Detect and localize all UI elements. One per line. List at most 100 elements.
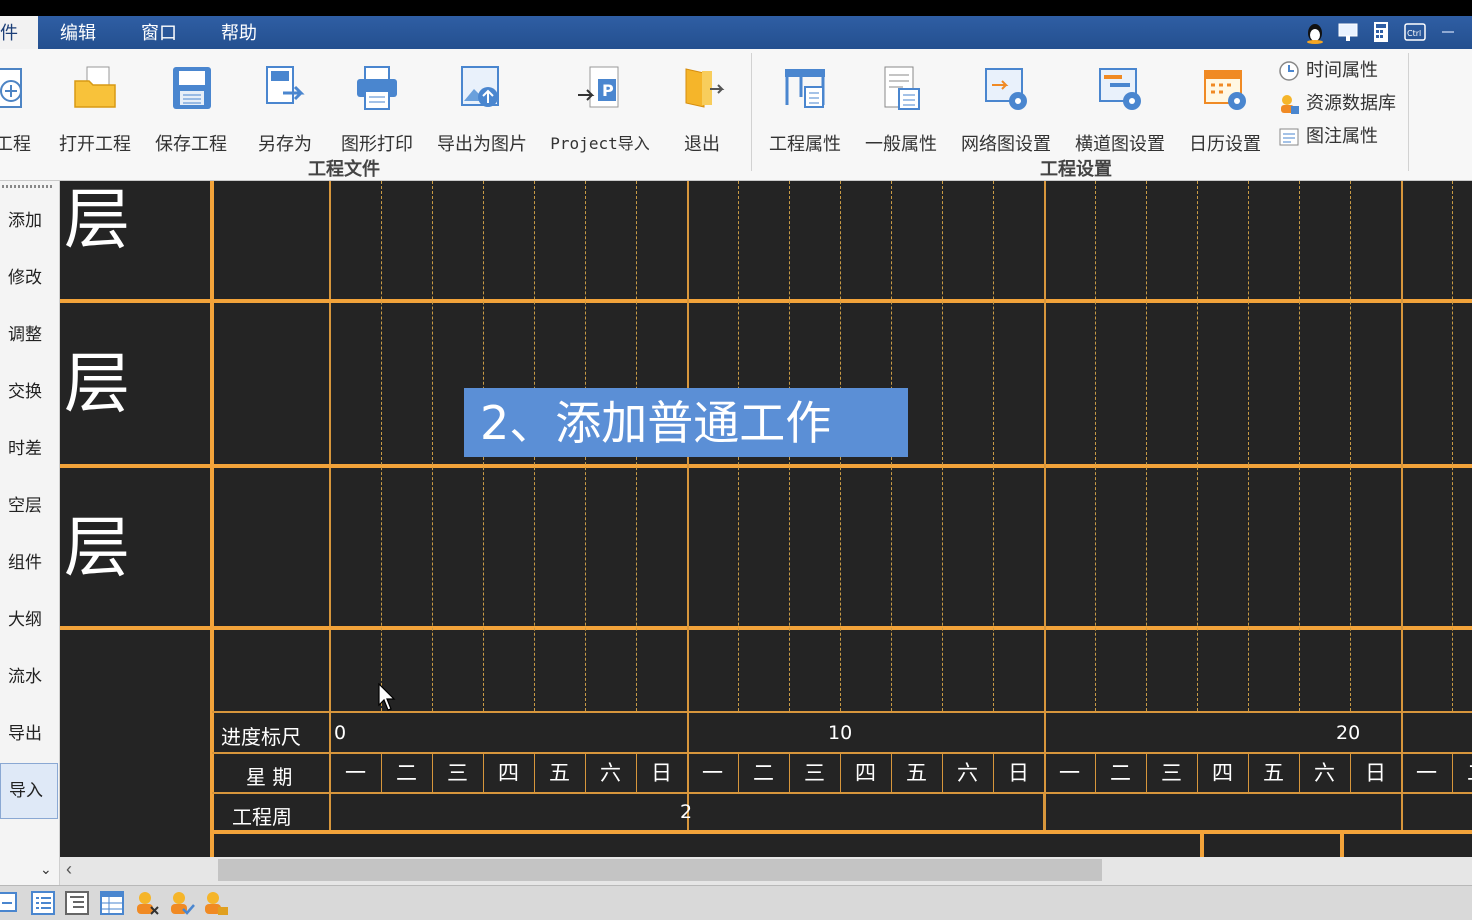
network-diagram-canvas[interactable]: 层 层 层 进度标尺 星 期 工程周 0 10 20 一二三四五六日一二三四五六… <box>60 181 1472 857</box>
group-separator <box>1408 53 1409 171</box>
time-properties-button[interactable]: 时间属性 <box>1278 58 1378 84</box>
save-as-button[interactable]: 另存为 <box>250 59 320 159</box>
layer-divider <box>60 464 1472 468</box>
legend-properties-icon <box>1279 128 1299 146</box>
save-project-button[interactable]: 保存工程 <box>154 59 228 159</box>
export-image-button[interactable]: 导出为图片 <box>434 59 530 159</box>
layer-divider <box>60 626 1472 630</box>
svg-text:P: P <box>602 81 614 100</box>
layer-label: 层 <box>64 509 130 586</box>
progress-ruler-label: 进度标尺 <box>221 725 301 749</box>
tool-export[interactable]: 导出 <box>0 708 58 760</box>
ruler-top-line <box>212 711 1472 713</box>
layer-column-line <box>1200 834 1204 857</box>
tool-swap[interactable]: 交换 <box>0 366 58 418</box>
weekday-cell: 二 <box>1110 761 1131 785</box>
exit-label: 退出 <box>684 134 720 155</box>
table-view-icon[interactable] <box>98 889 126 917</box>
ctrl-key-icon[interactable]: Ctrl <box>1403 20 1427 44</box>
day-gridline <box>1299 181 1300 711</box>
menu-help[interactable]: 帮助 <box>221 16 257 49</box>
layer-label: 层 <box>64 345 130 422</box>
weekday-cell: 四 <box>1212 761 1233 785</box>
clock-icon <box>1279 61 1299 81</box>
network-settings-button[interactable]: 网络图设置 <box>958 59 1054 159</box>
exit-button[interactable]: 退出 <box>672 59 732 159</box>
tool-component[interactable]: 组件 <box>0 537 58 589</box>
expand-more-icon[interactable]: ⌄ <box>40 861 52 878</box>
list-view-icon[interactable] <box>29 889 57 917</box>
save-as-icon <box>266 66 305 104</box>
legend-properties-button[interactable]: 图注属性 <box>1278 124 1378 150</box>
tool-flow[interactable]: 流水 <box>0 651 58 703</box>
weekday-cell: 一 <box>345 761 366 785</box>
mouse-cursor-icon <box>378 683 396 711</box>
weekday-cell: 五 <box>1263 761 1284 785</box>
scroll-left-arrow-icon[interactable]: ‹ <box>66 859 72 880</box>
day-gridline <box>1197 181 1198 711</box>
open-project-label: 打开工程 <box>59 134 131 155</box>
tool-outline[interactable]: 大纲 <box>0 594 58 646</box>
project-properties-button[interactable]: 工程属性 <box>766 59 844 159</box>
weekday-cell: 三 <box>804 761 825 785</box>
tool-add[interactable]: 添加 <box>0 195 58 247</box>
open-project-button[interactable]: 打开工程 <box>58 59 132 159</box>
resource-lock-icon[interactable] <box>201 889 229 917</box>
network-settings-icon <box>985 68 1027 110</box>
weekday-cell: 六 <box>1314 761 1335 785</box>
day-gridline <box>432 181 433 711</box>
weekday-cell: 六 <box>600 761 621 785</box>
menu-edit[interactable]: 编辑 <box>60 16 96 49</box>
export-image-icon <box>461 66 499 107</box>
layer-divider <box>60 299 1472 303</box>
calendar-settings-button[interactable]: 日历设置 <box>1186 59 1264 159</box>
export-image-label: 导出为图片 <box>437 134 527 155</box>
save-as-label: 另存为 <box>258 134 312 155</box>
outline-view-icon[interactable] <box>63 889 91 917</box>
print-button[interactable]: 图形打印 <box>338 59 416 159</box>
resource-database-label: 资源数据库 <box>1306 93 1396 114</box>
tool-empty-layer[interactable]: 空层 <box>0 480 58 532</box>
ruler-tick-number: 20 <box>1336 722 1361 744</box>
calendar-settings-icon <box>1204 70 1246 110</box>
bottom-toolbar <box>0 885 1472 920</box>
minimize-icon[interactable] <box>1442 31 1454 33</box>
qq-penguin-icon[interactable] <box>1303 20 1327 44</box>
new-project-icon <box>0 68 22 108</box>
tool-modify[interactable]: 修改 <box>0 252 58 304</box>
teach-screen-icon[interactable] <box>1336 20 1360 44</box>
project-import-label: Project导入 <box>550 134 650 153</box>
project-week-label: 工程周 <box>232 805 292 829</box>
new-project-button[interactable]: 工程 <box>0 59 40 159</box>
weekday-cell: 三 <box>1161 761 1182 785</box>
screen-top-edge <box>0 0 1472 16</box>
general-properties-icon <box>884 66 920 110</box>
tutorial-caption: 2、添加普通工作 <box>464 388 908 457</box>
day-gridline <box>1044 181 1046 831</box>
menu-file[interactable]: 件 <box>0 16 38 49</box>
menu-bar: 件 编辑 窗口 帮助 Ctrl <box>0 16 1472 49</box>
project-week-number: 2 <box>680 801 693 823</box>
day-gridline <box>687 181 689 831</box>
weekday-cell: 二 <box>1452 754 1472 792</box>
menu-window[interactable]: 窗口 <box>141 16 177 49</box>
resource-database-button[interactable]: 资源数据库 <box>1278 91 1396 117</box>
general-properties-button[interactable]: 一般属性 <box>862 59 940 159</box>
resource-check-icon[interactable] <box>167 889 195 917</box>
project-import-button[interactable]: P Project导入 <box>548 59 652 159</box>
tool-import[interactable]: 导入 <box>0 763 58 819</box>
timeline-start-line <box>329 181 331 831</box>
layer-label: 层 <box>64 181 130 258</box>
weekday-cell: 四 <box>498 761 519 785</box>
label-column-border <box>210 181 214 857</box>
panel-grip[interactable] <box>2 185 52 188</box>
tool-float-time[interactable]: 时差 <box>0 423 58 475</box>
tool-adjust[interactable]: 调整 <box>0 309 58 361</box>
scrollbar-thumb[interactable] <box>218 859 1102 881</box>
gantt-settings-button[interactable]: 横道图设置 <box>1072 59 1168 159</box>
view-switch-icon[interactable] <box>0 889 22 917</box>
day-gridline <box>993 181 994 711</box>
calculator-icon[interactable] <box>1369 20 1393 44</box>
horizontal-scrollbar[interactable]: ‹ <box>60 857 1472 885</box>
resource-remove-icon[interactable] <box>133 889 161 917</box>
